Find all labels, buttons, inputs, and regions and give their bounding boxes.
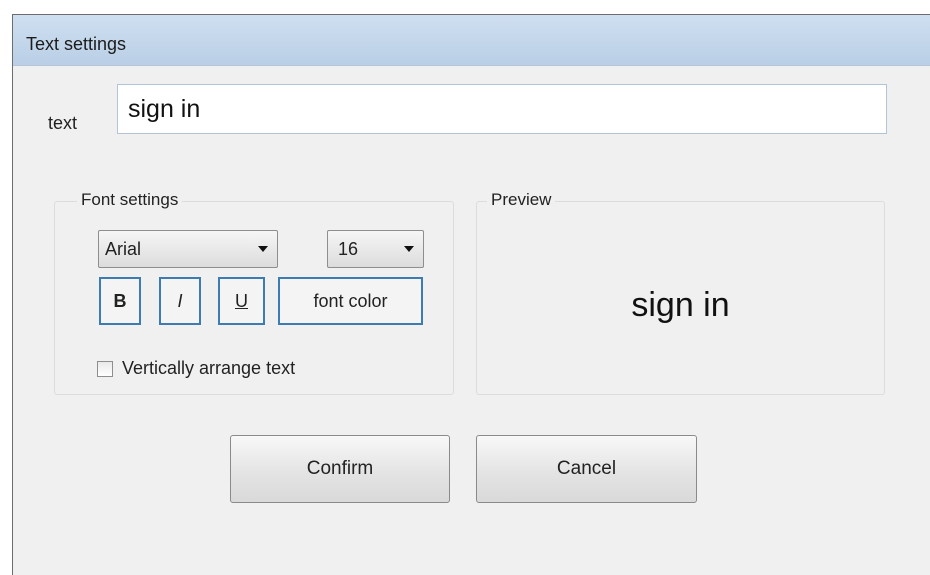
confirm-button[interactable]: Confirm xyxy=(230,435,450,503)
italic-button[interactable]: I xyxy=(159,277,201,325)
font-color-button[interactable]: font color xyxy=(278,277,423,325)
underline-button[interactable]: U xyxy=(218,277,265,325)
preview-group: Preview sign in xyxy=(476,190,885,395)
dialog-title: Text settings xyxy=(26,34,127,54)
title-bar[interactable]: Text settings xyxy=(13,15,930,66)
chevron-down-icon xyxy=(404,246,414,252)
font-size-value: 16 xyxy=(338,239,359,259)
chevron-down-icon xyxy=(258,246,268,252)
text-field-label: text xyxy=(48,113,78,133)
preview-legend: Preview xyxy=(487,190,556,210)
cancel-button[interactable]: Cancel xyxy=(476,435,697,503)
font-size-select[interactable]: 16 xyxy=(327,230,424,268)
font-settings-group: Font settings Arial 16 B I U font color … xyxy=(54,190,454,395)
preview-text: sign in xyxy=(631,286,730,324)
font-family-select[interactable]: Arial xyxy=(98,230,278,268)
text-input[interactable] xyxy=(117,84,887,134)
font-family-value: Arial xyxy=(105,239,142,259)
vertical-arrange-label: Vertically arrange text xyxy=(122,358,296,378)
vertical-arrange-checkbox[interactable] xyxy=(97,361,113,377)
font-settings-legend: Font settings xyxy=(77,190,183,210)
bold-button[interactable]: B xyxy=(99,277,141,325)
text-settings-dialog: Text settings text Font settings Arial 1… xyxy=(12,14,930,575)
